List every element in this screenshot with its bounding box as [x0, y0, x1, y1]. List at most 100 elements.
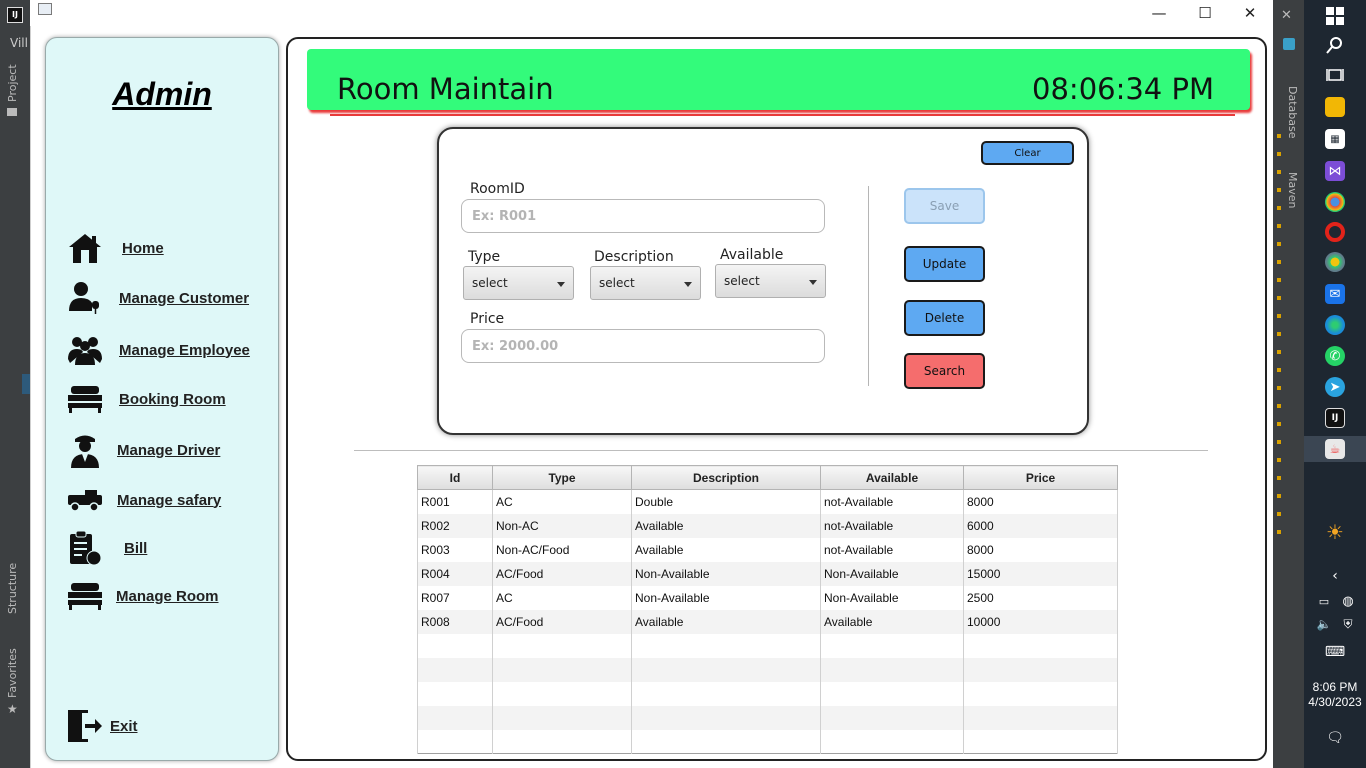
intellij-logo-icon: IJ: [7, 7, 23, 23]
search-button[interactable]: Search: [904, 353, 985, 389]
opera-icon[interactable]: [1325, 222, 1345, 242]
chevron-down-icon: [809, 280, 817, 285]
empty-table-row: [417, 705, 1118, 730]
column-header-type[interactable]: Type: [492, 465, 632, 490]
exit-button[interactable]: Exit: [66, 708, 138, 744]
save-button[interactable]: Save: [904, 188, 985, 224]
network-icon[interactable]: ◍: [1338, 591, 1358, 611]
nav-manage-safary-label: Manage safary: [117, 491, 222, 509]
security-icon[interactable]: ⛨: [1338, 614, 1358, 634]
column-header-id[interactable]: Id: [417, 465, 493, 490]
edge-icon[interactable]: [1325, 315, 1345, 335]
description-label: Description: [594, 249, 674, 265]
column-header-price[interactable]: Price: [963, 465, 1118, 490]
table-row[interactable]: R007 AC Non-Available Non-Available 2500: [417, 585, 1118, 610]
store-icon[interactable]: ▦: [1325, 129, 1345, 149]
visual-studio-icon[interactable]: ⋈: [1325, 161, 1345, 181]
empty-cell: [963, 657, 1118, 682]
cell-type: Non-AC: [492, 513, 632, 538]
available-select[interactable]: select: [715, 264, 826, 298]
nav-manage-employee[interactable]: Manage Employee: [66, 332, 250, 368]
rooms-table[interactable]: Id Type Description Available Price R001…: [417, 465, 1118, 754]
volume-icon[interactable]: 🔈: [1314, 614, 1334, 634]
empty-cell: [492, 705, 632, 730]
type-select-value: select: [472, 276, 508, 290]
keyboard-icon[interactable]: ⌨: [1325, 642, 1345, 662]
weather-icon[interactable]: ☀: [1325, 520, 1345, 544]
cell-price: 8000: [963, 489, 1118, 514]
description-select[interactable]: select: [590, 266, 701, 300]
column-header-available[interactable]: Available: [820, 465, 964, 490]
exit-icon: [66, 708, 104, 744]
empty-cell: [492, 681, 632, 706]
task-view-icon[interactable]: [1325, 65, 1345, 85]
chevron-down-icon: [557, 282, 565, 287]
chrome-dev-icon[interactable]: [1325, 252, 1345, 272]
structure-tab[interactable]: Structure: [6, 563, 19, 614]
empty-cell: [820, 633, 964, 658]
price-input[interactable]: [461, 329, 825, 363]
database-tab[interactable]: Database: [1286, 86, 1299, 139]
cell-description: Double: [631, 489, 821, 514]
cell-available: Non-Available: [820, 561, 964, 586]
taskbar-clock[interactable]: 8:06 PM 4/30/2023: [1304, 680, 1366, 710]
file-explorer-icon[interactable]: [1325, 97, 1345, 117]
sidebar: Admin Home Manage Customer Manage Employ…: [45, 37, 279, 761]
empty-cell: [417, 633, 493, 658]
admin-title: Admin: [112, 76, 212, 112]
chevron-left-icon[interactable]: ‹: [1325, 566, 1345, 586]
cell-type: AC: [492, 489, 632, 514]
cell-available: not-Available: [820, 513, 964, 538]
table-row[interactable]: R008 AC/Food Available Available 10000: [417, 609, 1118, 634]
clear-button[interactable]: Clear: [981, 141, 1074, 165]
section-divider: [354, 450, 1208, 451]
table-row[interactable]: R002 Non-AC Available not-Available 6000: [417, 513, 1118, 538]
project-tab[interactable]: Project: [6, 64, 19, 102]
project-name-label: Vill: [10, 36, 28, 50]
minimize-button[interactable]: —: [1136, 0, 1182, 26]
cell-type: AC: [492, 585, 632, 610]
table-row[interactable]: R001 AC Double not-Available 8000: [417, 489, 1118, 514]
table-row[interactable]: R003 Non-AC/Food Available not-Available 800…: [417, 537, 1118, 562]
type-select[interactable]: select: [463, 266, 574, 300]
delete-button[interactable]: Delete: [904, 300, 985, 336]
cell-price: 6000: [963, 513, 1118, 538]
table-header-row: Id Type Description Available Price: [417, 465, 1118, 490]
empty-cell: [820, 681, 964, 706]
nav-manage-customer[interactable]: Manage Customer: [66, 280, 249, 316]
room-id-input[interactable]: [461, 199, 825, 233]
favorites-tab[interactable]: Favorites: [6, 648, 19, 698]
empty-cell: [631, 657, 821, 682]
nav-manage-customer-label: Manage Customer: [119, 289, 250, 307]
nav-booking-room[interactable]: Booking Room: [66, 381, 226, 417]
nav-bill[interactable]: Bill: [66, 530, 147, 566]
maven-tab[interactable]: Maven: [1286, 172, 1299, 208]
search-icon[interactable]: [1325, 35, 1345, 55]
intellij-icon[interactable]: IJ: [1325, 408, 1345, 428]
close-icon[interactable]: ✕: [1281, 8, 1292, 23]
windows-icon[interactable]: [1325, 6, 1345, 26]
nav-manage-safary[interactable]: Manage safary: [66, 482, 221, 518]
java-icon[interactable]: ☕: [1325, 439, 1345, 459]
column-header-description[interactable]: Description: [631, 465, 821, 490]
driver-icon: [66, 432, 104, 468]
mail-icon[interactable]: ✉: [1325, 284, 1345, 304]
nav-manage-room[interactable]: Manage Room: [66, 578, 219, 614]
maximize-button[interactable]: ☐: [1182, 0, 1228, 26]
nav-manage-driver[interactable]: Manage Driver: [66, 432, 220, 468]
cell-id: R003: [417, 537, 493, 562]
cell-description: Available: [631, 609, 821, 634]
battery-icon[interactable]: ▭: [1314, 591, 1334, 611]
table-row[interactable]: R004 AC/Food Non-Available Non-Available 150…: [417, 561, 1118, 586]
empty-cell: [492, 729, 632, 754]
update-button[interactable]: Update: [904, 246, 985, 282]
nav-home[interactable]: Home: [66, 230, 164, 266]
notification-icon[interactable]: 🗨: [1325, 728, 1345, 748]
empty-table-row: [417, 657, 1118, 682]
close-button[interactable]: ✕: [1227, 0, 1273, 26]
cell-id: R001: [417, 489, 493, 514]
telegram-icon[interactable]: ➤: [1325, 377, 1345, 397]
whatsapp-icon[interactable]: ✆: [1325, 346, 1345, 366]
chrome-icon[interactable]: [1325, 192, 1345, 212]
windows-taskbar: ▦ ⋈ ✉ ✆ ➤ IJ ☕ ☀ ‹ ▭ ◍ 🔈 ⛨ ⌨ 8:06 PM 4/3…: [1304, 0, 1366, 768]
